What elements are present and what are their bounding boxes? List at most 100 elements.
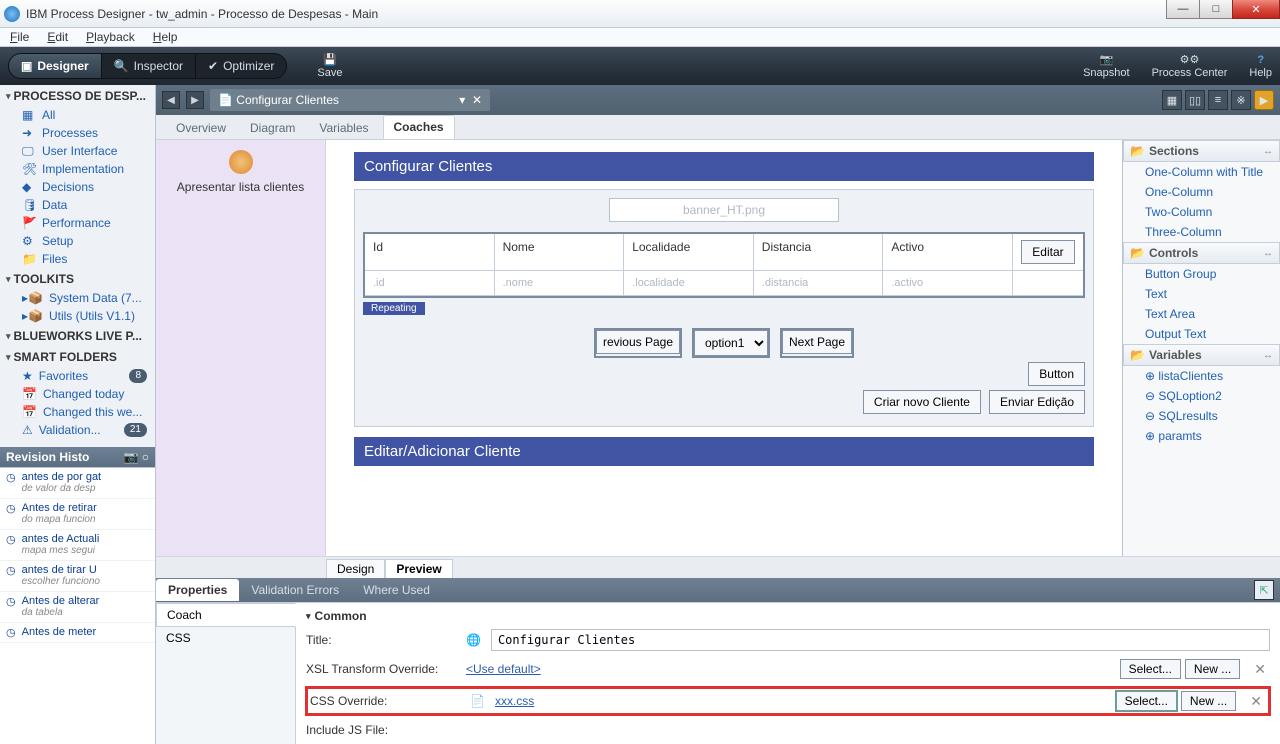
sidebar-item-utils[interactable]: ▸📦Utils (Utils V1.1) <box>0 307 155 325</box>
tool-bug[interactable]: ※ <box>1231 90 1251 110</box>
sidebar-cat-blueworks[interactable]: BLUEWORKS LIVE P... <box>0 325 155 346</box>
sidebar-item-decisions[interactable]: ◆Decisions <box>0 178 155 196</box>
title-input[interactable] <box>491 629 1270 651</box>
minimize-button[interactable]: — <box>1166 0 1200 19</box>
css-select-button[interactable]: Select... <box>1116 691 1177 711</box>
css-file-link[interactable]: xxx.css <box>495 694 1106 708</box>
revision-item[interactable]: ◷antes de tirar Uescolher funciono <box>0 561 155 592</box>
palette-item[interactable]: Button Group <box>1123 264 1280 284</box>
group-common[interactable]: Common <box>306 609 1270 623</box>
palette-item[interactable]: One-Column <box>1123 182 1280 202</box>
palette-item[interactable]: Output Text <box>1123 324 1280 344</box>
propcat-css[interactable]: CSS <box>156 627 295 649</box>
palette-var[interactable]: ⊖ SQLresults <box>1123 406 1280 426</box>
sidebar-item-processes[interactable]: ➜Processes <box>0 124 155 142</box>
sidebar-item-favorites[interactable]: ★Favorites8 <box>0 367 155 385</box>
chevron-down-icon[interactable]: ▾ <box>459 93 465 107</box>
page-select[interactable]: option1 <box>694 330 768 356</box>
xsl-new-button[interactable]: New ... <box>1185 659 1240 679</box>
palette-item[interactable]: One-Column with Title <box>1123 162 1280 182</box>
tool-play[interactable]: ▶ <box>1254 90 1274 110</box>
palette-item[interactable]: Text Area <box>1123 304 1280 324</box>
sidebar-item-systemdata[interactable]: ▸📦System Data (7... <box>0 289 155 307</box>
close-tab-icon[interactable]: ✕ <box>472 93 482 107</box>
menu-file[interactable]: File <box>6 29 33 45</box>
clients-grid[interactable]: Id Nome Localidade Distancia Activo Edit… <box>363 232 1085 298</box>
palette-var[interactable]: ⊕ paramts <box>1123 426 1280 446</box>
tool-list[interactable]: ≡ <box>1208 90 1228 110</box>
xsl-select-button[interactable]: Select... <box>1120 659 1181 679</box>
propcat-coach[interactable]: Coach <box>156 603 296 627</box>
next-page-button[interactable]: Next Page <box>782 330 852 354</box>
sidebar-item-data[interactable]: 🛢Data <box>0 196 155 214</box>
sidebar-item-changed-today[interactable]: 📅Changed today <box>0 385 155 403</box>
tab-designer[interactable]: ▣Designer <box>9 54 102 78</box>
sidebar-item-setup[interactable]: ⚙Setup <box>0 232 155 250</box>
sidebar-item-perf[interactable]: 🚩Performance <box>0 214 155 232</box>
sidebar-item-impl[interactable]: 🛠Implementation <box>0 160 155 178</box>
detach-icon[interactable]: ⇱ <box>1254 580 1274 600</box>
tab-properties[interactable]: Properties <box>156 579 239 601</box>
locale-icon[interactable]: 🌐 <box>466 633 481 647</box>
tab-preview[interactable]: Preview <box>385 559 452 578</box>
criar-cliente-button[interactable]: Criar novo Cliente <box>863 390 981 414</box>
enviar-edicao-button[interactable]: Enviar Edição <box>989 390 1085 414</box>
coach-selector[interactable]: Apresentar lista clientes <box>156 140 326 556</box>
save-button[interactable]: 💾 Save <box>317 53 342 79</box>
prev-page-button[interactable]: revious Page <box>596 330 680 354</box>
banner-placeholder[interactable]: banner_HT.png <box>609 198 839 222</box>
palette-item[interactable]: Text <box>1123 284 1280 304</box>
process-center-button[interactable]: ⚙⚙Process Center <box>1152 53 1228 79</box>
maximize-button[interactable]: □ <box>1199 0 1233 19</box>
help-button[interactable]: ?Help <box>1249 54 1272 79</box>
sidebar-item-changed-week[interactable]: 📅Changed this we... <box>0 403 155 421</box>
revision-item[interactable]: ◷Antes de retirardo mapa funcion <box>0 499 155 530</box>
snapshot-button[interactable]: 📷Snapshot <box>1083 53 1129 79</box>
css-clear-icon[interactable]: ✕ <box>1246 693 1266 710</box>
tool-split[interactable]: ▯▯ <box>1185 90 1205 110</box>
tab-diagram[interactable]: Diagram <box>240 117 305 139</box>
tab-where-used[interactable]: Where Used <box>351 579 442 601</box>
tool-grid[interactable]: ▦ <box>1162 90 1182 110</box>
sidebar-cat-toolkits[interactable]: TOOLKITS <box>0 268 155 289</box>
menu-playback[interactable]: Playback <box>82 29 139 45</box>
xsl-clear-icon[interactable]: ✕ <box>1250 661 1270 678</box>
palette-item[interactable]: Two-Column <box>1123 202 1280 222</box>
revision-history-header[interactable]: Revision Histo 📷 ○ <box>0 447 155 467</box>
palette-sections[interactable]: 📂 Sections↔ <box>1123 140 1280 162</box>
section-header[interactable]: Configurar Clientes <box>354 152 1094 181</box>
palette-variables[interactable]: 📂 Variables↔ <box>1123 344 1280 366</box>
sidebar-cat-smart[interactable]: SMART FOLDERS <box>0 346 155 367</box>
palette-var[interactable]: ⊕ listaClientes <box>1123 366 1280 386</box>
section-header-2[interactable]: Editar/Adicionar Cliente <box>354 437 1094 466</box>
revision-item[interactable]: ◷Antes de alterarda tabela <box>0 592 155 623</box>
refresh-icon[interactable]: ○ <box>142 450 149 464</box>
sidebar-item-ui[interactable]: 🖵User Interface <box>0 142 155 160</box>
palette-var[interactable]: ⊖ SQLoption2 <box>1123 386 1280 406</box>
generic-button[interactable]: Button <box>1028 362 1085 386</box>
tab-overview[interactable]: Overview <box>166 117 236 139</box>
nav-back[interactable]: ◀ <box>162 91 180 109</box>
document-tab[interactable]: 📄 Configurar Clientes ▾ ✕ <box>210 89 490 111</box>
nav-fwd[interactable]: ▶ <box>186 91 204 109</box>
tab-validation-errors[interactable]: Validation Errors <box>239 579 351 601</box>
tab-variables[interactable]: Variables <box>309 117 378 139</box>
sidebar-item-files[interactable]: 📁Files <box>0 250 155 268</box>
sidebar-cat-processo[interactable]: PROCESSO DE DESP... <box>0 85 155 106</box>
sidebar-item-validation[interactable]: ⚠Validation...21 <box>0 421 155 439</box>
menu-edit[interactable]: Edit <box>43 29 72 45</box>
tab-optimizer[interactable]: ✔Optimizer <box>196 54 286 78</box>
xsl-default-link[interactable]: <Use default> <box>466 662 1110 676</box>
menu-help[interactable]: Help <box>149 29 182 45</box>
revision-item[interactable]: ◷antes de Actualimapa mes segui <box>0 530 155 561</box>
editar-button[interactable]: Editar <box>1021 240 1074 264</box>
palette-item[interactable]: Three-Column <box>1123 222 1280 242</box>
css-new-button[interactable]: New ... <box>1181 691 1236 711</box>
sidebar-item-all[interactable]: ▦All <box>0 106 155 124</box>
tab-coaches[interactable]: Coaches <box>383 115 455 139</box>
close-button[interactable]: ✕ <box>1232 0 1280 19</box>
revision-item[interactable]: ◷antes de por gatde valor da desp <box>0 468 155 499</box>
revision-item[interactable]: ◷Antes de meter <box>0 623 155 643</box>
tab-inspector[interactable]: 🔍Inspector <box>102 54 196 78</box>
tab-design[interactable]: Design <box>326 559 385 578</box>
